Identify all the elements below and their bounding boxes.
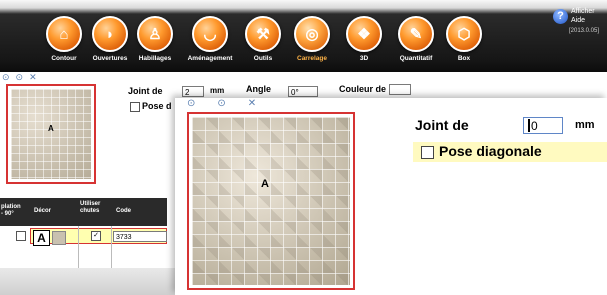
tile-preview-large[interactable]: A	[187, 112, 355, 290]
decor-letter: A	[33, 230, 50, 246]
joint-input[interactable]: 0	[523, 117, 563, 134]
toolbar-label: Carrelage	[297, 55, 327, 62]
joint-label: Joint de	[415, 117, 469, 133]
toolbar-button-habillages[interactable]: ♙ Habillages	[126, 16, 184, 62]
shirt-icon: ♙	[137, 16, 173, 52]
main-toolbar: ⌂ Contour ◗ Ouvertures ♙ Habillages ◡ Am…	[0, 0, 607, 72]
tile-texture	[11, 89, 91, 179]
couleur-swatch[interactable]	[389, 84, 411, 95]
pose-diagonale-label: Pose diagonale	[439, 143, 542, 159]
column-divider	[78, 226, 79, 268]
toolbar-label: Box	[457, 55, 471, 62]
bathtub-icon: ◡	[192, 16, 228, 52]
table-row[interactable]: A ✓ 3733	[0, 226, 167, 246]
pose-checkbox[interactable]	[130, 102, 140, 112]
joint-unit: mm	[210, 86, 225, 95]
decor-table-header: plation - 90° Décor Utiliser chutes Code	[0, 198, 167, 226]
quantity-icon: ✎	[398, 16, 434, 52]
help-icon: ?	[553, 9, 568, 24]
panel-action-icons[interactable]: ⊙⊙✕	[2, 72, 43, 83]
col-utiliser-chutes: Utiliser chutes	[80, 201, 101, 214]
toolbar-button-carrelage[interactable]: ◎ Carrelage	[283, 16, 341, 62]
pose-diagonale-checkbox[interactable]	[421, 146, 434, 159]
col-rotation: plation - 90°	[1, 204, 21, 217]
code-input[interactable]: 3733	[113, 231, 167, 242]
rotation-checkbox[interactable]	[16, 231, 26, 241]
angle-label: Angle	[246, 84, 272, 94]
zoom-overlay: ⊙⊙✕ A Joint de 0 mm Pose diagonale	[175, 98, 607, 295]
pose-label: Pose d	[142, 101, 172, 111]
toolbar-label: 3D	[359, 55, 369, 62]
decor-swatch[interactable]	[52, 231, 66, 245]
col-code: Code	[116, 208, 131, 214]
help-label-line2: Aide	[571, 17, 586, 24]
help-label-line1: Afficher	[571, 8, 595, 15]
toolbar-button-box[interactable]: ⬡ Box	[435, 16, 493, 62]
box-icon: ⬡	[446, 16, 482, 52]
help-button[interactable]: ? Afficher Aide [2013.0.05]	[553, 4, 607, 38]
joint-unit: mm	[575, 119, 595, 131]
column-divider	[111, 226, 112, 268]
couleur-label: Couleur de	[339, 84, 387, 94]
tile-letter: A	[48, 124, 54, 133]
utiliser-chutes-checkbox[interactable]: ✓	[91, 231, 101, 241]
toolbar-button-amenagement[interactable]: ◡ Aménagement	[181, 16, 239, 62]
version-label: [2013.0.05]	[569, 28, 600, 34]
angle-input[interactable]: 0°	[288, 86, 318, 97]
joint-input[interactable]: 2	[182, 86, 204, 97]
door-icon: ◗	[92, 16, 128, 52]
tile-letter: A	[261, 178, 269, 190]
col-decor: Décor	[34, 208, 52, 214]
status-strip	[0, 268, 180, 295]
tile-texture	[192, 117, 350, 285]
contour-icon: ⌂	[46, 16, 82, 52]
joint-label: Joint de	[128, 86, 163, 96]
overlay-action-icons[interactable]: ⊙⊙✕	[187, 98, 278, 109]
tile-preview-small[interactable]: A	[6, 84, 96, 184]
hammer-icon: ⚒	[245, 16, 281, 52]
toolbar-label: Aménagement	[187, 55, 233, 62]
tile-icon: ◎	[294, 16, 330, 52]
joint-value: 0	[528, 119, 538, 133]
3d-icon: ❖	[346, 16, 382, 52]
toolbar-button-3d[interactable]: ❖ 3D	[335, 16, 393, 62]
toolbar-label: Habillages	[138, 55, 172, 62]
